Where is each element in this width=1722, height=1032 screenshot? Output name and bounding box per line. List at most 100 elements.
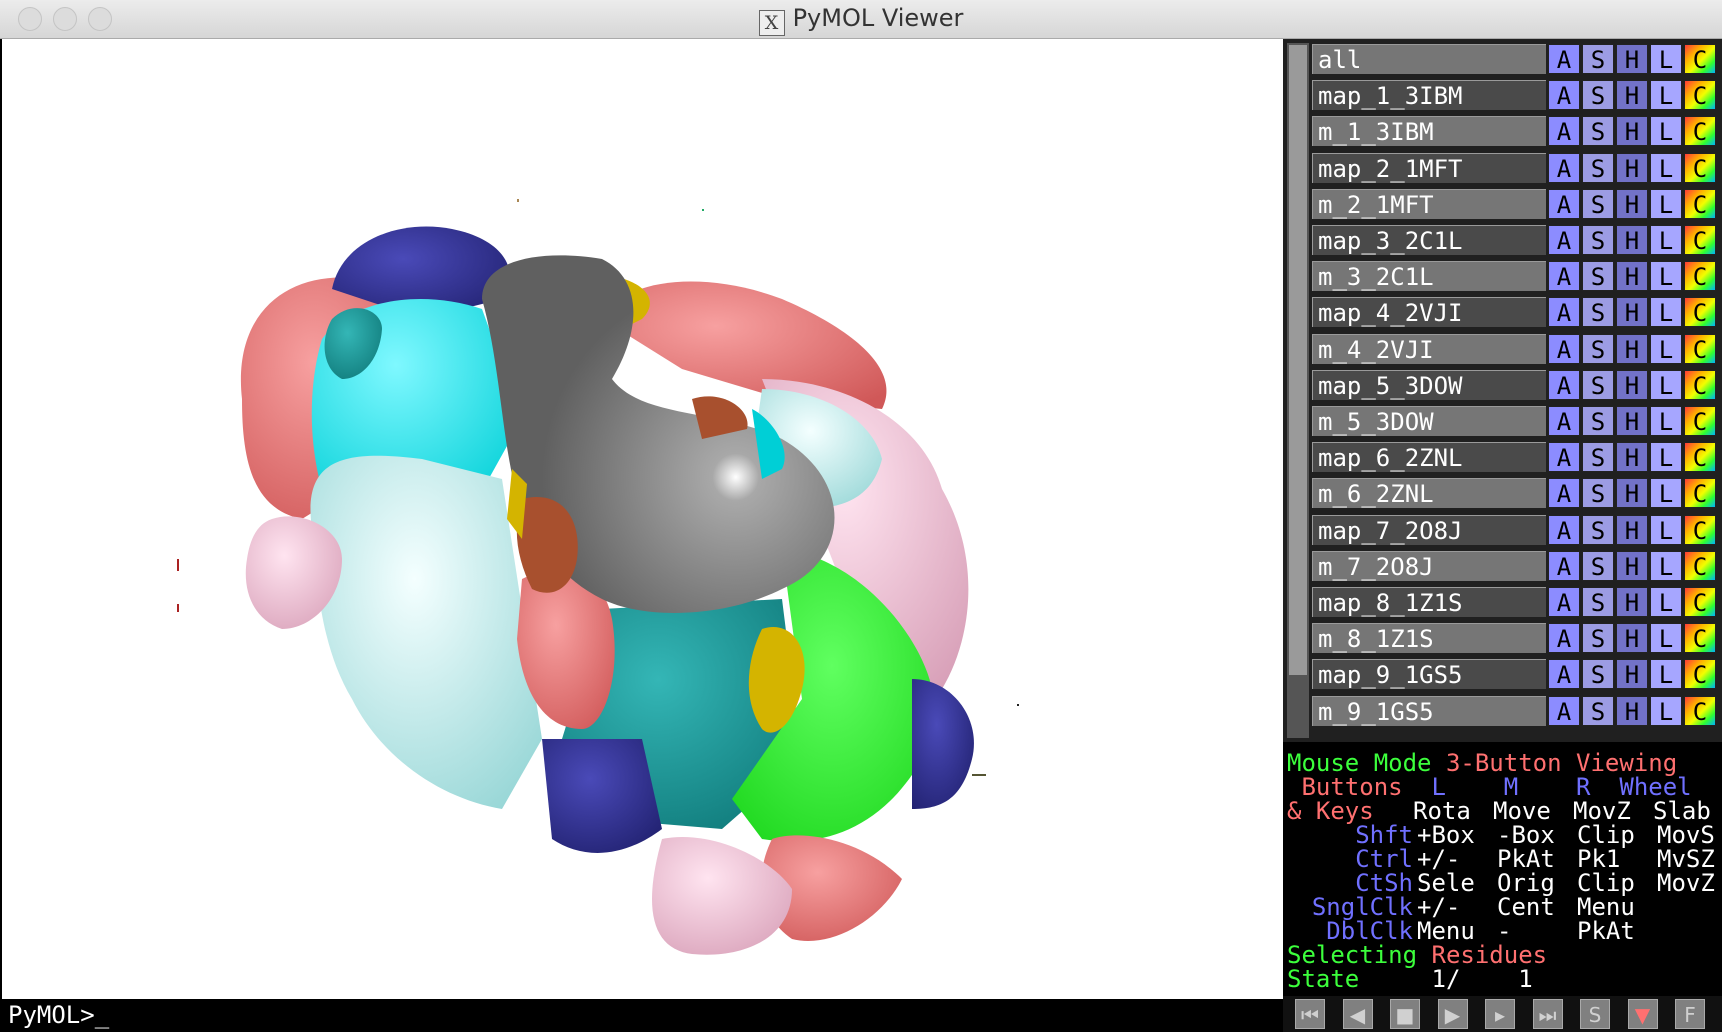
action-button[interactable]: A (1548, 695, 1580, 726)
object-name[interactable]: m_3_2C1L (1312, 261, 1546, 292)
hide-button[interactable]: H (1616, 406, 1648, 436)
step-back-icon[interactable]: ◀ (1342, 999, 1373, 1029)
action-button[interactable]: A (1548, 659, 1580, 690)
color-button[interactable]: C (1684, 225, 1716, 255)
object-row[interactable]: m_2_1MFT A S H L C (1312, 188, 1722, 221)
action-button[interactable]: A (1548, 261, 1580, 292)
action-button[interactable]: A (1548, 406, 1580, 436)
hide-button[interactable]: H (1616, 478, 1648, 509)
show-button[interactable]: S (1582, 333, 1614, 364)
show-button[interactable]: S (1582, 442, 1614, 473)
action-button[interactable]: A (1548, 116, 1580, 147)
object-name[interactable]: all (1312, 44, 1546, 74)
show-button[interactable]: S (1582, 659, 1614, 690)
object-name[interactable]: m_8_1Z1S (1312, 623, 1546, 654)
object-row[interactable]: m_3_2C1L A S H L C (1312, 260, 1722, 293)
label-button[interactable]: L (1650, 116, 1682, 147)
fullscreen-icon[interactable]: F (1675, 999, 1705, 1029)
hide-button[interactable]: H (1616, 623, 1648, 654)
action-button[interactable]: A (1548, 514, 1580, 545)
object-name[interactable]: m_6_2ZNL (1312, 478, 1546, 509)
color-button[interactable]: C (1684, 659, 1716, 690)
object-row[interactable]: map_6_2ZNL A S H L C (1312, 441, 1722, 474)
label-button[interactable]: L (1650, 152, 1682, 183)
label-button[interactable]: L (1650, 261, 1682, 292)
color-button[interactable]: C (1684, 297, 1716, 328)
object-name[interactable]: map_8_1Z1S (1312, 587, 1546, 617)
object-row[interactable]: map_4_2VJI A S H L C (1312, 296, 1722, 329)
show-button[interactable]: S (1582, 478, 1614, 509)
object-name[interactable]: m_2_1MFT (1312, 188, 1546, 219)
label-button[interactable]: L (1650, 442, 1682, 473)
object-name[interactable]: map_4_2VJI (1312, 297, 1546, 328)
object-row[interactable]: m_7_2O8J A S H L C (1312, 550, 1722, 583)
action-button[interactable]: A (1548, 478, 1580, 509)
show-button[interactable]: S (1582, 188, 1614, 219)
label-button[interactable]: L (1650, 478, 1682, 509)
action-button[interactable]: A (1548, 44, 1580, 74)
color-button[interactable]: C (1684, 188, 1716, 219)
object-name[interactable]: map_9_1GS5 (1312, 659, 1546, 690)
action-button[interactable]: A (1548, 442, 1580, 473)
stop-icon[interactable]: ■ (1390, 999, 1420, 1029)
action-button[interactable]: A (1548, 225, 1580, 255)
object-name[interactable]: m_4_2VJI (1312, 333, 1546, 364)
color-button[interactable]: C (1684, 478, 1716, 509)
object-name[interactable]: m_5_3DOW (1312, 406, 1546, 436)
object-row[interactable]: map_3_2C1L A S H L C (1312, 224, 1722, 257)
object-name[interactable]: m_9_1GS5 (1312, 695, 1546, 726)
object-row[interactable]: map_2_1MFT A S H L C (1312, 152, 1722, 185)
hide-button[interactable]: H (1616, 369, 1648, 400)
object-row[interactable]: m_5_3DOW A S H L C (1312, 405, 1722, 438)
object-row[interactable]: m_8_1Z1S A S H L C (1312, 622, 1722, 655)
molecular-viewport[interactable] (0, 39, 1283, 999)
down-icon[interactable]: ▼ (1627, 999, 1658, 1029)
object-row[interactable]: map_9_1GS5 A S H L C (1312, 658, 1722, 691)
object-name[interactable]: map_5_3DOW (1312, 369, 1546, 400)
action-button[interactable]: A (1548, 152, 1580, 183)
show-button[interactable]: S (1582, 80, 1614, 111)
color-button[interactable]: C (1684, 333, 1716, 364)
color-button[interactable]: C (1684, 152, 1716, 183)
color-button[interactable]: C (1684, 261, 1716, 292)
label-button[interactable]: L (1650, 188, 1682, 219)
color-button[interactable]: C (1684, 623, 1716, 654)
object-row[interactable]: map_7_2O8J A S H L C (1312, 514, 1722, 547)
object-row[interactable]: m_1_3IBM A S H L C (1312, 115, 1722, 148)
object-name[interactable]: map_1_3IBM (1312, 80, 1546, 111)
fast-forward-icon[interactable]: ⏭ (1532, 999, 1563, 1029)
action-button[interactable]: A (1548, 80, 1580, 111)
object-name[interactable]: map_3_2C1L (1312, 225, 1546, 255)
hide-button[interactable]: H (1616, 152, 1648, 183)
label-button[interactable]: L (1650, 514, 1682, 545)
hide-button[interactable]: H (1616, 442, 1648, 473)
show-button[interactable]: S (1582, 369, 1614, 400)
scrollbar-thumb[interactable] (1289, 45, 1307, 675)
show-button[interactable]: S (1582, 152, 1614, 183)
label-button[interactable]: L (1650, 297, 1682, 328)
play-icon[interactable]: ▶ (1437, 999, 1468, 1029)
label-button[interactable]: L (1650, 406, 1682, 436)
hide-button[interactable]: H (1616, 587, 1648, 617)
object-row[interactable]: m_6_2ZNL A S H L C (1312, 477, 1722, 510)
label-button[interactable]: L (1650, 333, 1682, 364)
sculpt-icon[interactable]: S (1580, 999, 1610, 1029)
label-button[interactable]: L (1650, 550, 1682, 581)
hide-button[interactable]: H (1616, 550, 1648, 581)
object-row[interactable]: map_8_1Z1S A S H L C (1312, 586, 1722, 619)
hide-button[interactable]: H (1616, 514, 1648, 545)
label-button[interactable]: L (1650, 623, 1682, 654)
object-name[interactable]: map_6_2ZNL (1312, 442, 1546, 473)
object-name[interactable]: m_7_2O8J (1312, 550, 1546, 581)
label-button[interactable]: L (1650, 369, 1682, 400)
label-button[interactable]: L (1650, 80, 1682, 111)
label-button[interactable]: L (1650, 695, 1682, 726)
object-name[interactable]: map_7_2O8J (1312, 514, 1546, 545)
color-button[interactable]: C (1684, 369, 1716, 400)
show-button[interactable]: S (1582, 297, 1614, 328)
object-row[interactable]: m_9_1GS5 A S H L C (1312, 695, 1722, 728)
label-button[interactable]: L (1650, 659, 1682, 690)
show-button[interactable]: S (1582, 550, 1614, 581)
color-button[interactable]: C (1684, 514, 1716, 545)
show-button[interactable]: S (1582, 587, 1614, 617)
